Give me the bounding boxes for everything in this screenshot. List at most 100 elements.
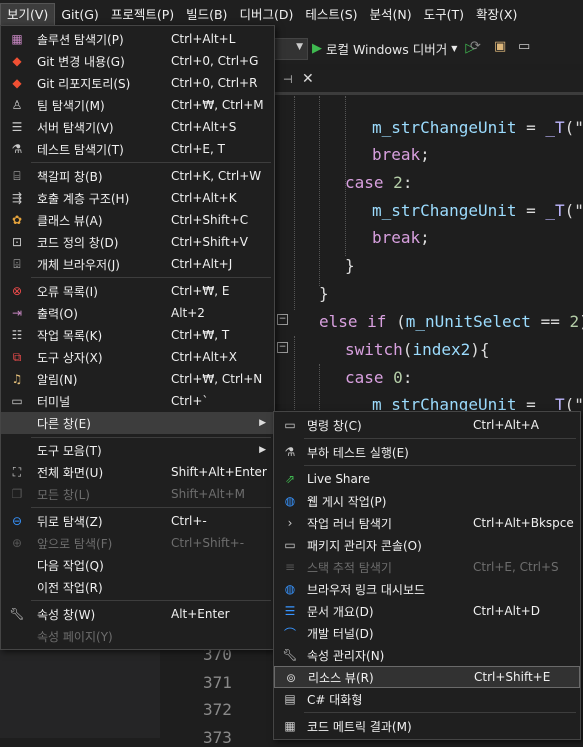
menu-item-web-publish[interactable]: ◍ 웹 게시 작업(P) — [274, 490, 580, 512]
menu-item-shortcut: Ctrl+Alt+Bkspce — [473, 516, 574, 530]
menu-item-navigate-back[interactable]: ⊖ 뒤로 탐색(Z) Ctrl+- — [1, 510, 274, 532]
menu-item-toolbox[interactable]: ⧉ 도구 상자(X) Ctrl+Alt+X — [1, 346, 274, 368]
menu-separator — [304, 465, 576, 466]
menu-item-live-share[interactable]: ⇗ Live Share — [274, 468, 580, 490]
menu-item-shortcut: Ctrl+Alt+L — [171, 32, 236, 46]
menu-item-label: 알림(N) — [37, 372, 78, 387]
menu-item-terminal[interactable]: ▭ 터미널 Ctrl+` — [1, 390, 274, 412]
code-token: index2 — [412, 340, 471, 359]
code-token: ; — [420, 145, 430, 164]
menu-item-other-windows[interactable]: 다른 창(E) ▶ — [1, 412, 274, 434]
code-token: ("i — [564, 118, 583, 137]
team-explorer-icon: ♙ — [11, 98, 23, 112]
pin-icon[interactable]: ⊣ — [283, 73, 293, 86]
menu-item-test-explorer[interactable]: ⚗ 테스트 탐색기(T) Ctrl+E, T — [1, 138, 274, 160]
menu-item-package-console[interactable]: ▭ 패키지 관리자 콘솔(O) — [274, 534, 580, 556]
menu-item-property-manager[interactable]: 🔧︎ 속성 관리자(N) — [274, 644, 580, 666]
window-icon[interactable]: ▭ — [518, 39, 534, 55]
menu-item-notifications[interactable]: ♫ 알림(N) Ctrl+₩, Ctrl+N — [1, 368, 274, 390]
menu-view[interactable]: 보기(V) — [0, 3, 56, 27]
folder-icon[interactable]: ▣ — [494, 39, 510, 55]
platform-dropdown[interactable]: ▼ — [270, 38, 308, 60]
menu-item-previous-task[interactable]: 이전 작업(R) — [1, 576, 274, 598]
code-token: 2 — [569, 312, 580, 331]
menu-extensions[interactable]: 확장(X) — [470, 4, 523, 26]
menu-item-browser-link[interactable]: ◍ 브라우저 링크 대시보드 — [274, 578, 580, 600]
menu-item-shortcut: Shift+Alt+Enter — [171, 465, 267, 479]
menu-item-label: 스택 추적 탐색기 — [307, 560, 392, 575]
menu-item-next-task[interactable]: 다음 작업(Q) — [1, 554, 274, 576]
git-repository-icon: ◆ — [12, 76, 22, 90]
menu-item-output[interactable]: ⇥ 출력(O) Alt+2 — [1, 302, 274, 324]
code-definition-icon: ⊡ — [11, 235, 23, 249]
menu-project[interactable]: 프로젝트(P) — [105, 4, 180, 26]
code-line: } — [345, 252, 355, 279]
menu-item-shortcut: Ctrl+` — [171, 394, 209, 408]
menu-item-csharp-interactive[interactable]: ▤ C# 대화형 — [274, 688, 580, 710]
menu-tools[interactable]: 도구(T) — [418, 4, 470, 26]
menu-item-load-test[interactable]: ⚗ 부하 테스트 실행(E) — [274, 441, 580, 463]
line-number: 372 — [203, 700, 232, 719]
menu-item-properties-window[interactable]: 🔧︎ 속성 창(W) Alt+Enter — [1, 603, 274, 625]
class-view-icon: ✿ — [11, 213, 23, 227]
menu-item-code-metrics[interactable]: ▦ 코드 메트릭 결과(M) — [274, 715, 580, 737]
hot-reload-icon[interactable]: ⟳ — [470, 39, 486, 55]
menu-item-shortcut: Ctrl+Alt+K — [171, 191, 237, 205]
menu-item-full-screen[interactable]: ⛶ 전체 화면(U) Shift+Alt+Enter — [1, 461, 274, 483]
close-icon[interactable]: ✕ — [302, 71, 314, 87]
csharp-interactive-icon: ▤ — [284, 692, 296, 706]
menu-item-code-definition[interactable]: ⊡ 코드 정의 창(D) Ctrl+Shift+V — [1, 231, 274, 253]
menu-item-class-view[interactable]: ✿ 클래스 뷰(A) Ctrl+Shift+C — [1, 209, 274, 231]
indent-guide — [319, 96, 321, 286]
menu-item-shortcut: Ctrl+Shift+C — [171, 213, 249, 227]
browser-link-icon: ◍ — [284, 582, 296, 596]
menu-item-server-explorer[interactable]: ☰ 서버 탐색기(V) Ctrl+Alt+S — [1, 116, 274, 138]
menu-item-task-runner[interactable]: › 작업 러너 탐색기 Ctrl+Alt+Bkspce — [274, 512, 580, 534]
submenu-arrow-icon: ▶ — [259, 445, 266, 455]
menu-item-solution-explorer[interactable]: ▦ 솔루션 탐색기(P) Ctrl+Alt+L — [1, 28, 274, 50]
menu-item-object-browser[interactable]: ⌹ 개체 브라우저(J) Ctrl+Alt+J — [1, 253, 274, 275]
code-line: case 0: — [345, 364, 412, 391]
menu-debug[interactable]: 디버그(D) — [233, 4, 299, 26]
menu-item-shortcut: Ctrl+0, Ctrl+R — [171, 76, 258, 90]
menu-build[interactable]: 빌드(B) — [180, 4, 233, 26]
menu-item-error-list[interactable]: ⊗ 오류 목록(I) Ctrl+₩, E — [1, 280, 274, 302]
menu-item-toolbars[interactable]: 도구 모음(T) ▶ — [1, 439, 274, 461]
menu-item-document-outline[interactable]: ☰ 문서 개요(D) Ctrl+Alt+D — [274, 600, 580, 622]
menu-item-dev-tunnel[interactable]: ⌒ 개발 터널(D) — [274, 622, 580, 644]
code-metrics-icon: ▦ — [284, 719, 296, 733]
menu-analyze[interactable]: 분석(N) — [364, 4, 418, 26]
dev-tunnel-icon: ⌒ — [283, 626, 296, 641]
menu-item-command-window[interactable]: ▭ 명령 창(C) Ctrl+Alt+A — [274, 414, 580, 436]
menu-item-label: 모든 창(L) — [37, 487, 90, 502]
object-browser-icon: ⌹ — [13, 256, 21, 271]
menu-item-call-hierarchy[interactable]: ⇶ 호출 계층 구조(H) Ctrl+Alt+K — [1, 187, 274, 209]
menu-item-team-explorer[interactable]: ♙ 팀 탐색기(M) Ctrl+₩, Ctrl+M — [1, 94, 274, 116]
menu-item-shortcut: Ctrl+Shift+E — [474, 670, 551, 684]
start-debug-button[interactable]: ▶ 로컬 Windows 디버거 ▼ ▷ — [312, 38, 475, 58]
menu-item-bookmark-window[interactable]: ⌸ 책갈피 창(B) Ctrl+K, Ctrl+W — [1, 165, 274, 187]
menu-item-shortcut: Ctrl+₩, E — [171, 284, 230, 298]
code-token: 2 — [393, 173, 403, 192]
menu-git[interactable]: Git(G) — [55, 4, 105, 26]
code-token: } — [345, 256, 355, 275]
menu-item-resource-view[interactable]: ⊚ 리소스 뷰(R) Ctrl+Shift+E — [274, 666, 580, 688]
code-token: == — [530, 312, 570, 331]
menu-item-git-changes[interactable]: ◆ Git 변경 내용(G) Ctrl+0, Ctrl+G — [1, 50, 274, 72]
menu-item-shortcut: Alt+Enter — [171, 607, 230, 621]
menu-item-label: 작업 러너 탐색기 — [307, 516, 392, 531]
menu-test[interactable]: 테스트(S) — [299, 4, 363, 26]
menu-item-stack-trace: ≡ 스택 추적 탐색기 Ctrl+E, Ctrl+S — [274, 556, 580, 578]
other-windows-submenu: ▭ 명령 창(C) Ctrl+Alt+A ⚗ 부하 테스트 실행(E) ⇗ Li… — [273, 411, 581, 740]
collapse-toggle[interactable]: − — [277, 342, 288, 353]
menu-item-git-repository[interactable]: ◆ Git 리포지토리(S) Ctrl+0, Ctrl+R — [1, 72, 274, 94]
menu-item-task-list[interactable]: ☷ 작업 목록(K) Ctrl+₩, T — [1, 324, 274, 346]
notifications-icon: ♫ — [11, 372, 23, 386]
menu-item-shortcut: Ctrl+- — [171, 514, 207, 528]
code-token: ; — [420, 228, 430, 247]
command-window-icon: ▭ — [284, 418, 296, 432]
collapse-toggle[interactable]: − — [277, 314, 288, 325]
menu-item-label: 호출 계층 구조(H) — [37, 191, 130, 206]
menu-item-shortcut: Ctrl+Alt+D — [473, 604, 540, 618]
menu-separator — [31, 162, 271, 163]
